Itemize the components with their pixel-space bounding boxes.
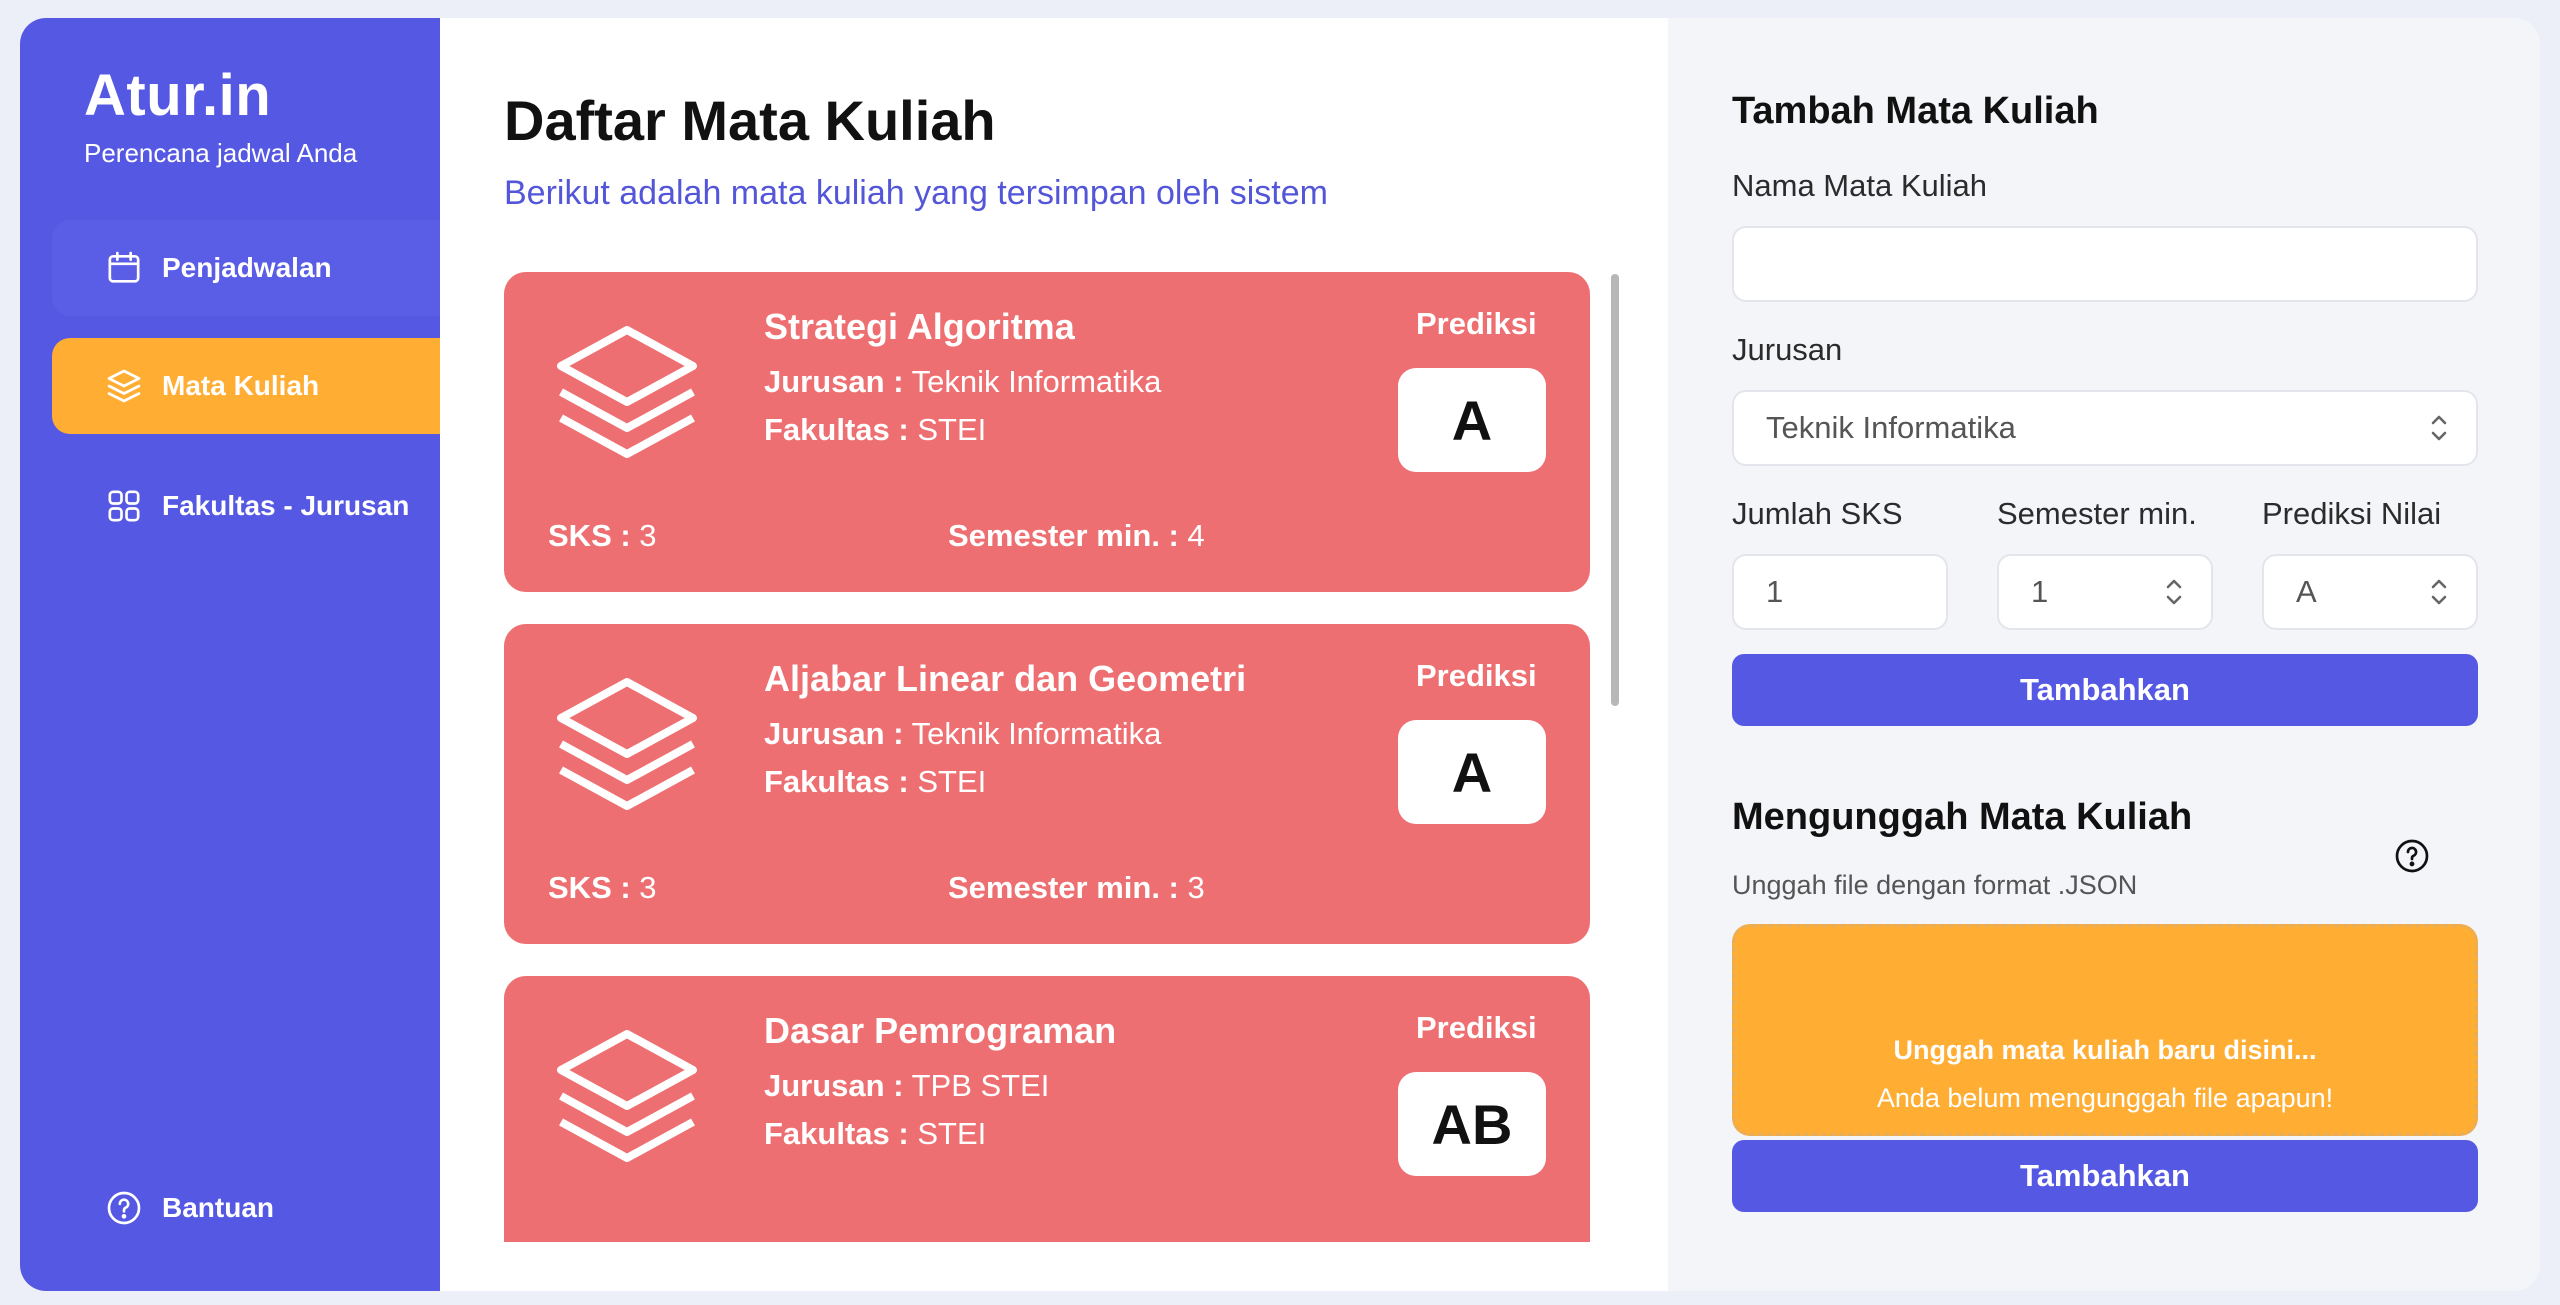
sidebar-item-label: Fakultas - Jurusan bbox=[162, 490, 410, 521]
prediction-grade: A bbox=[1398, 368, 1546, 472]
course-name: Strategi Algoritma bbox=[764, 306, 1075, 347]
brand-title: Atur.in bbox=[84, 63, 272, 128]
sidebar-item-label: Penjadwalan bbox=[162, 252, 332, 283]
semester-value: 1 bbox=[2031, 574, 2049, 609]
course-fakultas: Fakultas : STEI bbox=[764, 764, 987, 799]
sidebar: Atur.in Perencana jadwal Anda Penjadwala… bbox=[20, 18, 440, 1291]
prediksi-label: Prediksi Nilai bbox=[2262, 496, 2442, 531]
add-course-panel: Tambah Mata Kuliah Nama Mata Kuliah Juru… bbox=[1668, 18, 2540, 1291]
app-window: Atur.in Perencana jadwal Anda Penjadwala… bbox=[20, 18, 2540, 1291]
course-card[interactable]: Aljabar Linear dan Geometri Jurusan : Te… bbox=[504, 624, 1590, 944]
course-semester: Semester min. : 3 bbox=[948, 870, 1205, 905]
calendar-icon bbox=[104, 248, 144, 288]
page-title: Daftar Mata Kuliah bbox=[504, 89, 996, 152]
select-chevron-icon bbox=[2431, 579, 2447, 605]
select-chevron-icon bbox=[2431, 415, 2447, 441]
dropzone-status: Anda belum mengunggah file apapun! bbox=[1876, 1083, 2334, 1113]
course-card[interactable]: Strategi Algoritma Jurusan : Teknik Info… bbox=[504, 272, 1590, 592]
main-content: Daftar Mata Kuliah Berikut adalah mata k… bbox=[440, 18, 1668, 1291]
upload-title: Mengunggah Mata Kuliah bbox=[1732, 796, 2193, 838]
prediksi-value: A bbox=[2296, 574, 2317, 609]
sks-input[interactable]: 1 bbox=[1732, 554, 1948, 630]
layers-icon bbox=[557, 326, 697, 458]
prediction-label: Prediksi bbox=[1416, 306, 1537, 341]
layers-icon bbox=[557, 678, 697, 810]
help-circle-icon[interactable] bbox=[2394, 838, 2430, 874]
jurusan-select[interactable]: Teknik Informatika bbox=[1732, 390, 2478, 466]
prediction-label: Prediksi bbox=[1416, 658, 1537, 693]
layers-icon bbox=[104, 366, 144, 406]
add-course-title: Tambah Mata Kuliah bbox=[1732, 90, 2099, 132]
course-semester: Semester min. : 4 bbox=[948, 518, 1205, 553]
course-fakultas: Fakultas : STEI bbox=[764, 412, 987, 447]
semester-label: Semester min. bbox=[1997, 496, 2197, 531]
file-dropzone[interactable]: Unggah mata kuliah baru disini... Anda b… bbox=[1732, 924, 2478, 1136]
upload-hint: Unggah file dengan format .JSON bbox=[1732, 870, 2138, 900]
help-circle-icon bbox=[104, 1188, 144, 1228]
sidebar-item-bantuan[interactable]: Bantuan bbox=[52, 1160, 440, 1256]
dropzone-title: Unggah mata kuliah baru disini... bbox=[1893, 1035, 2317, 1065]
sidebar-item-fakultas-jurusan[interactable]: Fakultas - Jurusan bbox=[52, 458, 440, 554]
course-list[interactable]: Strategi Algoritma Jurusan : Teknik Info… bbox=[504, 272, 1592, 1242]
course-sks: SKS : 3 bbox=[548, 518, 657, 553]
jurusan-select-value: Teknik Informatika bbox=[1766, 410, 2016, 445]
scrollbar-thumb[interactable] bbox=[1611, 274, 1619, 706]
prediction-grade: A bbox=[1398, 720, 1546, 824]
prediction-label: Prediksi bbox=[1416, 1010, 1537, 1045]
semester-stepper[interactable]: 1 bbox=[1997, 554, 2213, 630]
page-subtitle: Berikut adalah mata kuliah yang tersimpa… bbox=[504, 174, 1328, 212]
brand: Atur.in Perencana jadwal Anda bbox=[84, 64, 357, 169]
course-sks: SKS : 3 bbox=[548, 870, 657, 905]
upload-button[interactable]: Tambahkan bbox=[1732, 1140, 2478, 1212]
sidebar-item-label: Mata Kuliah bbox=[162, 370, 320, 401]
course-name: Dasar Pemrograman bbox=[764, 1010, 1117, 1051]
prediction-grade: AB bbox=[1398, 1072, 1546, 1176]
stepper-chevron-icon[interactable] bbox=[2163, 575, 2185, 609]
course-jurusan: Jurusan : Teknik Informatika bbox=[764, 364, 1162, 399]
course-name-input[interactable] bbox=[1732, 226, 2478, 302]
sks-label: Jumlah SKS bbox=[1732, 496, 1903, 531]
jurusan-label: Jurusan bbox=[1732, 332, 1843, 367]
layers-icon bbox=[557, 1030, 697, 1162]
course-name: Aljabar Linear dan Geometri bbox=[764, 658, 1247, 699]
course-jurusan: Jurusan : Teknik Informatika bbox=[764, 716, 1162, 751]
prediksi-select[interactable]: A bbox=[2262, 554, 2478, 630]
name-label: Nama Mata Kuliah bbox=[1732, 168, 1988, 203]
brand-subtitle: Perencana jadwal Anda bbox=[84, 137, 358, 168]
sidebar-item-penjadwalan[interactable]: Penjadwalan bbox=[52, 220, 440, 316]
course-jurusan: Jurusan : TPB STEI bbox=[764, 1068, 1050, 1103]
sidebar-item-label: Bantuan bbox=[162, 1192, 274, 1223]
course-card[interactable]: Dasar Pemrograman Jurusan : TPB STEI Fak… bbox=[504, 976, 1590, 1242]
add-course-button[interactable]: Tambahkan bbox=[1732, 654, 2478, 726]
course-fakultas: Fakultas : STEI bbox=[764, 1116, 987, 1151]
sidebar-item-mata-kuliah[interactable]: Mata Kuliah bbox=[52, 338, 440, 434]
grid-icon bbox=[104, 486, 144, 526]
